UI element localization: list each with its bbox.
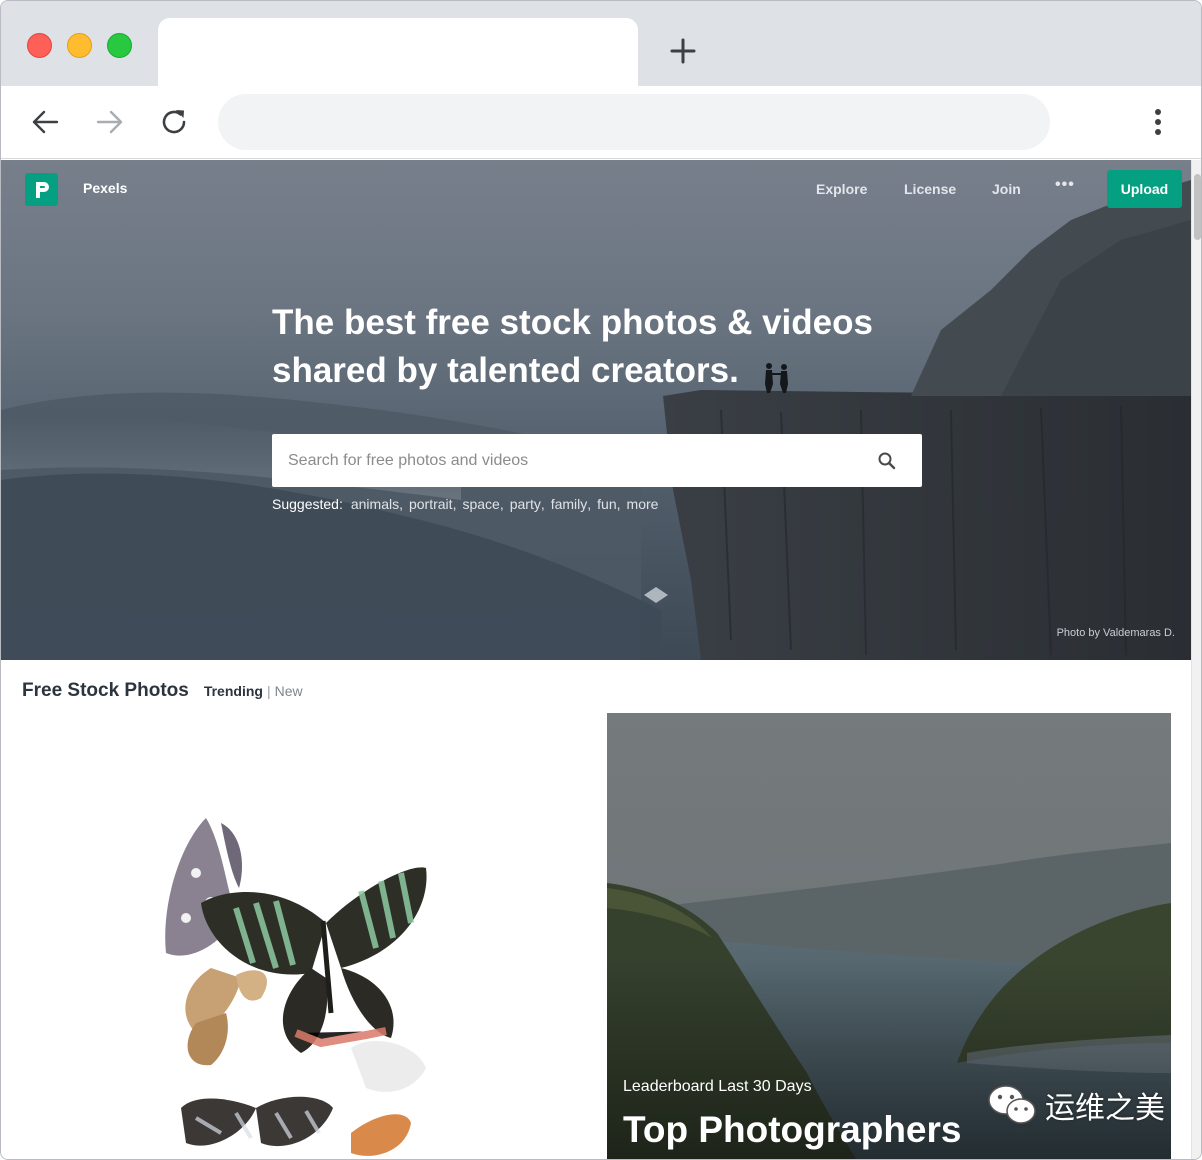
hero-cliff-image — [1, 180, 1191, 660]
close-window-button[interactable] — [27, 33, 52, 58]
suggestion-separator: , — [399, 496, 403, 512]
suggestion-family[interactable]: family — [551, 496, 588, 512]
browser-window: Pexels Explore License Join ••• Upload T… — [0, 0, 1202, 1160]
section-title: Free Stock Photos — [22, 680, 189, 701]
tab-new[interactable]: New — [275, 683, 303, 699]
pexels-logo[interactable] — [25, 173, 58, 206]
suggestion-separator: , — [499, 496, 504, 512]
suggestion-separator: , — [452, 496, 457, 512]
forward-button[interactable] — [92, 104, 128, 140]
suggested-label: Suggested: — [272, 496, 343, 512]
photo-butterflies[interactable] — [21, 713, 586, 1159]
site-name[interactable]: Pexels — [83, 180, 127, 196]
suggestion-fun[interactable]: fun — [597, 496, 616, 512]
arrow-right-icon — [96, 110, 123, 134]
suggestion-separator: , — [616, 496, 621, 512]
hero-banner: Pexels Explore License Join ••• Upload T… — [1, 160, 1191, 660]
photo-credit[interactable]: Photo by Valdemaras D. — [1057, 627, 1175, 639]
suggestion-party[interactable]: party — [510, 496, 541, 512]
page-scrollbar[interactable] — [1191, 160, 1201, 1159]
suggestion-separator: , — [587, 496, 592, 512]
reload-icon — [162, 110, 186, 134]
browser-menu-button[interactable] — [1141, 104, 1175, 140]
section-separator: | — [266, 683, 271, 699]
leaderboard-subtitle: Leaderboard Last 30 Days — [623, 1078, 812, 1095]
hero-headline: The best free stock photos & videos shar… — [272, 299, 952, 395]
suggestion-more[interactable]: more — [627, 496, 659, 512]
suggestion-animals[interactable]: animals — [351, 496, 399, 512]
minimize-window-button[interactable] — [67, 33, 92, 58]
pexels-logo-icon — [35, 181, 49, 198]
watermark-text: 运维之美 — [1045, 1092, 1165, 1125]
tab-strip — [1, 1, 1201, 88]
nav-join[interactable]: Join — [992, 181, 1021, 197]
active-tab[interactable] — [158, 18, 638, 88]
wechat-watermark: 运维之美 — [987, 1083, 1165, 1127]
suggestion-separator: , — [540, 496, 545, 512]
address-bar[interactable] — [218, 94, 1050, 150]
search-button[interactable] — [876, 450, 898, 472]
hero-headline-line-2: shared by talented creators. — [272, 351, 739, 390]
section-header: Free Stock Photos Trending | New — [22, 680, 303, 702]
search-icon — [878, 452, 896, 470]
reload-button[interactable] — [156, 104, 192, 140]
leaderboard-title: Top Photographers — [623, 1109, 962, 1150]
plus-icon — [670, 38, 696, 64]
upload-button[interactable]: Upload — [1107, 170, 1182, 208]
vertical-dots-icon — [1155, 109, 1161, 135]
wechat-icon — [988, 1085, 1036, 1124]
suggested-searches: Suggested: animals, portrait, space, par… — [272, 496, 658, 512]
tab-trending[interactable]: Trending — [204, 683, 263, 699]
scrollbar-thumb[interactable] — [1194, 174, 1201, 240]
nav-more-icon[interactable]: ••• — [1055, 176, 1075, 194]
suggestion-portrait[interactable]: portrait — [409, 496, 453, 512]
nav-explore[interactable]: Explore — [816, 181, 867, 197]
search-input[interactable] — [272, 434, 862, 487]
search-bar — [272, 434, 922, 487]
back-button[interactable] — [27, 104, 63, 140]
new-tab-button[interactable] — [667, 35, 699, 67]
butterflies-image — [165, 818, 427, 1156]
browser-toolbar — [1, 86, 1201, 159]
page-viewport: Pexels Explore License Join ••• Upload T… — [1, 160, 1191, 1159]
suggestion-space[interactable]: space — [462, 496, 499, 512]
nav-license[interactable]: License — [904, 181, 956, 197]
maximize-window-button[interactable] — [107, 33, 132, 58]
arrow-left-icon — [32, 110, 59, 134]
hero-headline-line-1: The best free stock photos & videos — [272, 303, 873, 342]
